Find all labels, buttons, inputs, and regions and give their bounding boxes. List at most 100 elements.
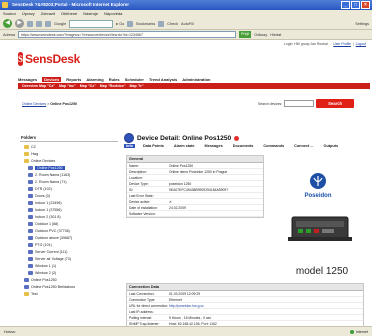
- device-icon: [28, 271, 33, 276]
- row-value: [169, 211, 263, 216]
- links-button[interactable]: Odkazy: [254, 33, 267, 37]
- main-menu-item-administration[interactable]: Administration: [182, 77, 210, 82]
- go-arrow-icon[interactable]: ▸ Go: [116, 21, 124, 26]
- close-button[interactable]: ×: [361, 1, 370, 9]
- folder-tree-item[interactable]: Online Pos1250: [20, 165, 118, 172]
- main-menu-item-devices[interactable]: Devices: [42, 77, 62, 82]
- user-profile-link[interactable]: User Profile: [333, 42, 351, 46]
- maximize-button[interactable]: □: [351, 1, 360, 9]
- ie-search-button[interactable]: Hledat: [270, 33, 281, 37]
- status-text: Hotovo: [4, 329, 16, 334]
- menu-bar: Soubor Úpravy Zobrazit Oblíbené Nástroje Nápo…: [0, 10, 372, 18]
- device-icon: [28, 229, 33, 234]
- sub-menu-item[interactable]: Map "Inc": [59, 83, 76, 89]
- search-button[interactable]: Search: [316, 99, 355, 108]
- menu-item-1[interactable]: Úpravy: [22, 11, 35, 17]
- folder-icon: [24, 152, 29, 157]
- row-label: Connection Type:: [129, 298, 156, 302]
- autofill-button[interactable]: AutoFill: [181, 22, 194, 26]
- back-button[interactable]: ◀: [3, 19, 12, 28]
- search-input[interactable]: [284, 100, 315, 107]
- folder-tree-item[interactable]: Online Pos1250 Breidaboro: [20, 284, 118, 291]
- main-menu-item-trend-analysis[interactable]: Trend Analysis: [149, 77, 177, 82]
- folder-tree-label: Indoor 2 (301 8): [35, 215, 61, 219]
- folder-tree-label: Outdoor PVC (37736): [35, 229, 70, 233]
- check-button[interactable]: Check: [167, 22, 178, 26]
- tab-info[interactable]: Info: [124, 144, 135, 148]
- tab-connect-[interactable]: Connect ...: [292, 144, 315, 148]
- main-menu-item-messages[interactable]: Messages: [18, 77, 37, 82]
- main-menu-item-reports[interactable]: Reports: [66, 77, 81, 82]
- tab-messages[interactable]: Messages: [203, 144, 225, 148]
- general-table-header: General: [127, 156, 263, 163]
- device-icon: [28, 222, 33, 227]
- go-button[interactable]: Přejít: [239, 31, 252, 38]
- internet-zone-icon: [349, 329, 354, 334]
- google-toolbar-label: Google: [54, 21, 67, 26]
- sub-menu-item[interactable]: Map "Rodnice": [100, 83, 126, 89]
- sub-menu-item[interactable]: Overview Map "Cz": [22, 83, 55, 89]
- folder-tree-label: Server air Voltage (73): [35, 257, 71, 261]
- folder-tree-item[interactable]: Window 2 (2): [20, 270, 118, 277]
- folder-tree-item[interactable]: Test: [20, 291, 118, 298]
- folder-tree-item[interactable]: 2. Room Nama (71): [20, 179, 118, 186]
- breadcrumb-link[interactable]: Online Devices: [22, 102, 46, 106]
- folder-tree-item[interactable]: Online Pos1250: [20, 277, 118, 284]
- folder-tree-item[interactable]: Online Devices: [20, 158, 118, 165]
- search-label: Search devices:: [258, 101, 283, 106]
- folder-tree-item[interactable]: Hwg: [20, 151, 118, 158]
- menu-item-2[interactable]: Zobrazit: [41, 11, 55, 17]
- folder-tree-item[interactable]: Outdoor 1 (68): [20, 221, 118, 228]
- folder-tree-item[interactable]: Indoor 2 (301 8): [20, 214, 118, 221]
- folder-tree-label: Indoor 1 (23496): [35, 201, 62, 205]
- forward-button[interactable]: ▶: [15, 19, 24, 28]
- device-icon: [124, 133, 134, 143]
- settings-button[interactable]: Settings: [355, 22, 369, 26]
- folder-tree-item[interactable]: 2. Room Nama (1163): [20, 172, 118, 179]
- sub-menu-item[interactable]: Map "Cz": [80, 83, 96, 89]
- folder-tree-item[interactable]: Outdoor PVC (37736): [20, 228, 118, 235]
- menu-item-5[interactable]: Nápověda: [104, 11, 122, 17]
- device-icon: [28, 180, 33, 185]
- menu-item-3[interactable]: Oblíbené: [61, 11, 77, 17]
- main-menu-item-scheduler[interactable]: Scheduler: [125, 77, 144, 82]
- star-icon[interactable]: [127, 20, 134, 27]
- folder-tree-item[interactable]: Doors (3): [20, 193, 118, 200]
- bookmarks-button[interactable]: Bookmarks: [136, 22, 155, 26]
- sensdesk-logo[interactable]: S SensDesk: [18, 51, 80, 67]
- main-menu-item-alarming[interactable]: Alarming: [86, 77, 103, 82]
- window-titlebar: SensDesk ?&#8203;Portal - Microsoft Inte…: [0, 0, 372, 10]
- stop-icon[interactable]: [27, 20, 33, 27]
- row-value[interactable]: http://poseidon.hw-g.cz: [169, 303, 363, 308]
- tab-outputs[interactable]: Outputs: [322, 144, 341, 148]
- url-input[interactable]: https://www.sensdesk.com/?magnus=?/resou…: [18, 31, 237, 38]
- device-search: Search devices: Search: [258, 99, 355, 108]
- status-bar: Hotovo Internet: [0, 326, 372, 336]
- folder-tree-item[interactable]: DTR (102): [20, 186, 118, 193]
- toolbar-search-input[interactable]: [69, 19, 114, 28]
- folder-tree-item[interactable]: CZ: [20, 144, 118, 151]
- folder-tree-item[interactable]: Indoor 1 (23496): [20, 200, 118, 207]
- main-menu-item-rules[interactable]: Rules: [109, 77, 120, 82]
- folder-tree-item[interactable]: Indoor 1 (37556): [20, 207, 118, 214]
- menu-item-0[interactable]: Soubor: [3, 11, 16, 17]
- folder-tree-label: DTR (102): [35, 187, 52, 191]
- tab-commands[interactable]: Commands: [261, 144, 286, 148]
- logout-link[interactable]: Logout: [356, 42, 366, 46]
- general-table: General Name: Online Pos1250 Description: O…: [126, 155, 264, 218]
- folder-tree-item[interactable]: Server Current (111): [20, 249, 118, 256]
- home-icon[interactable]: [45, 20, 51, 27]
- device-detail-title: Device Detail: Online Pos1250: [137, 134, 232, 142]
- sub-menu-item[interactable]: Map "Ir": [130, 83, 144, 89]
- tab-alarm-state[interactable]: Alarm state: [172, 144, 197, 148]
- folder-tree-item[interactable]: Outdoor above (39687): [20, 235, 118, 242]
- tab-documents[interactable]: Documents: [231, 144, 256, 148]
- tab-data-points[interactable]: Data Points: [141, 144, 166, 148]
- folder-tree-label: Indoor 1 (37556): [35, 208, 62, 212]
- folder-tree-item[interactable]: Window 1 (1): [20, 263, 118, 270]
- folder-tree-item[interactable]: PTG (101): [20, 242, 118, 249]
- menu-item-4[interactable]: Nástroje: [83, 11, 98, 17]
- refresh-icon[interactable]: [36, 20, 42, 27]
- minimize-button[interactable]: _: [341, 1, 350, 9]
- folder-tree-item[interactable]: Server air Voltage (73): [20, 256, 118, 263]
